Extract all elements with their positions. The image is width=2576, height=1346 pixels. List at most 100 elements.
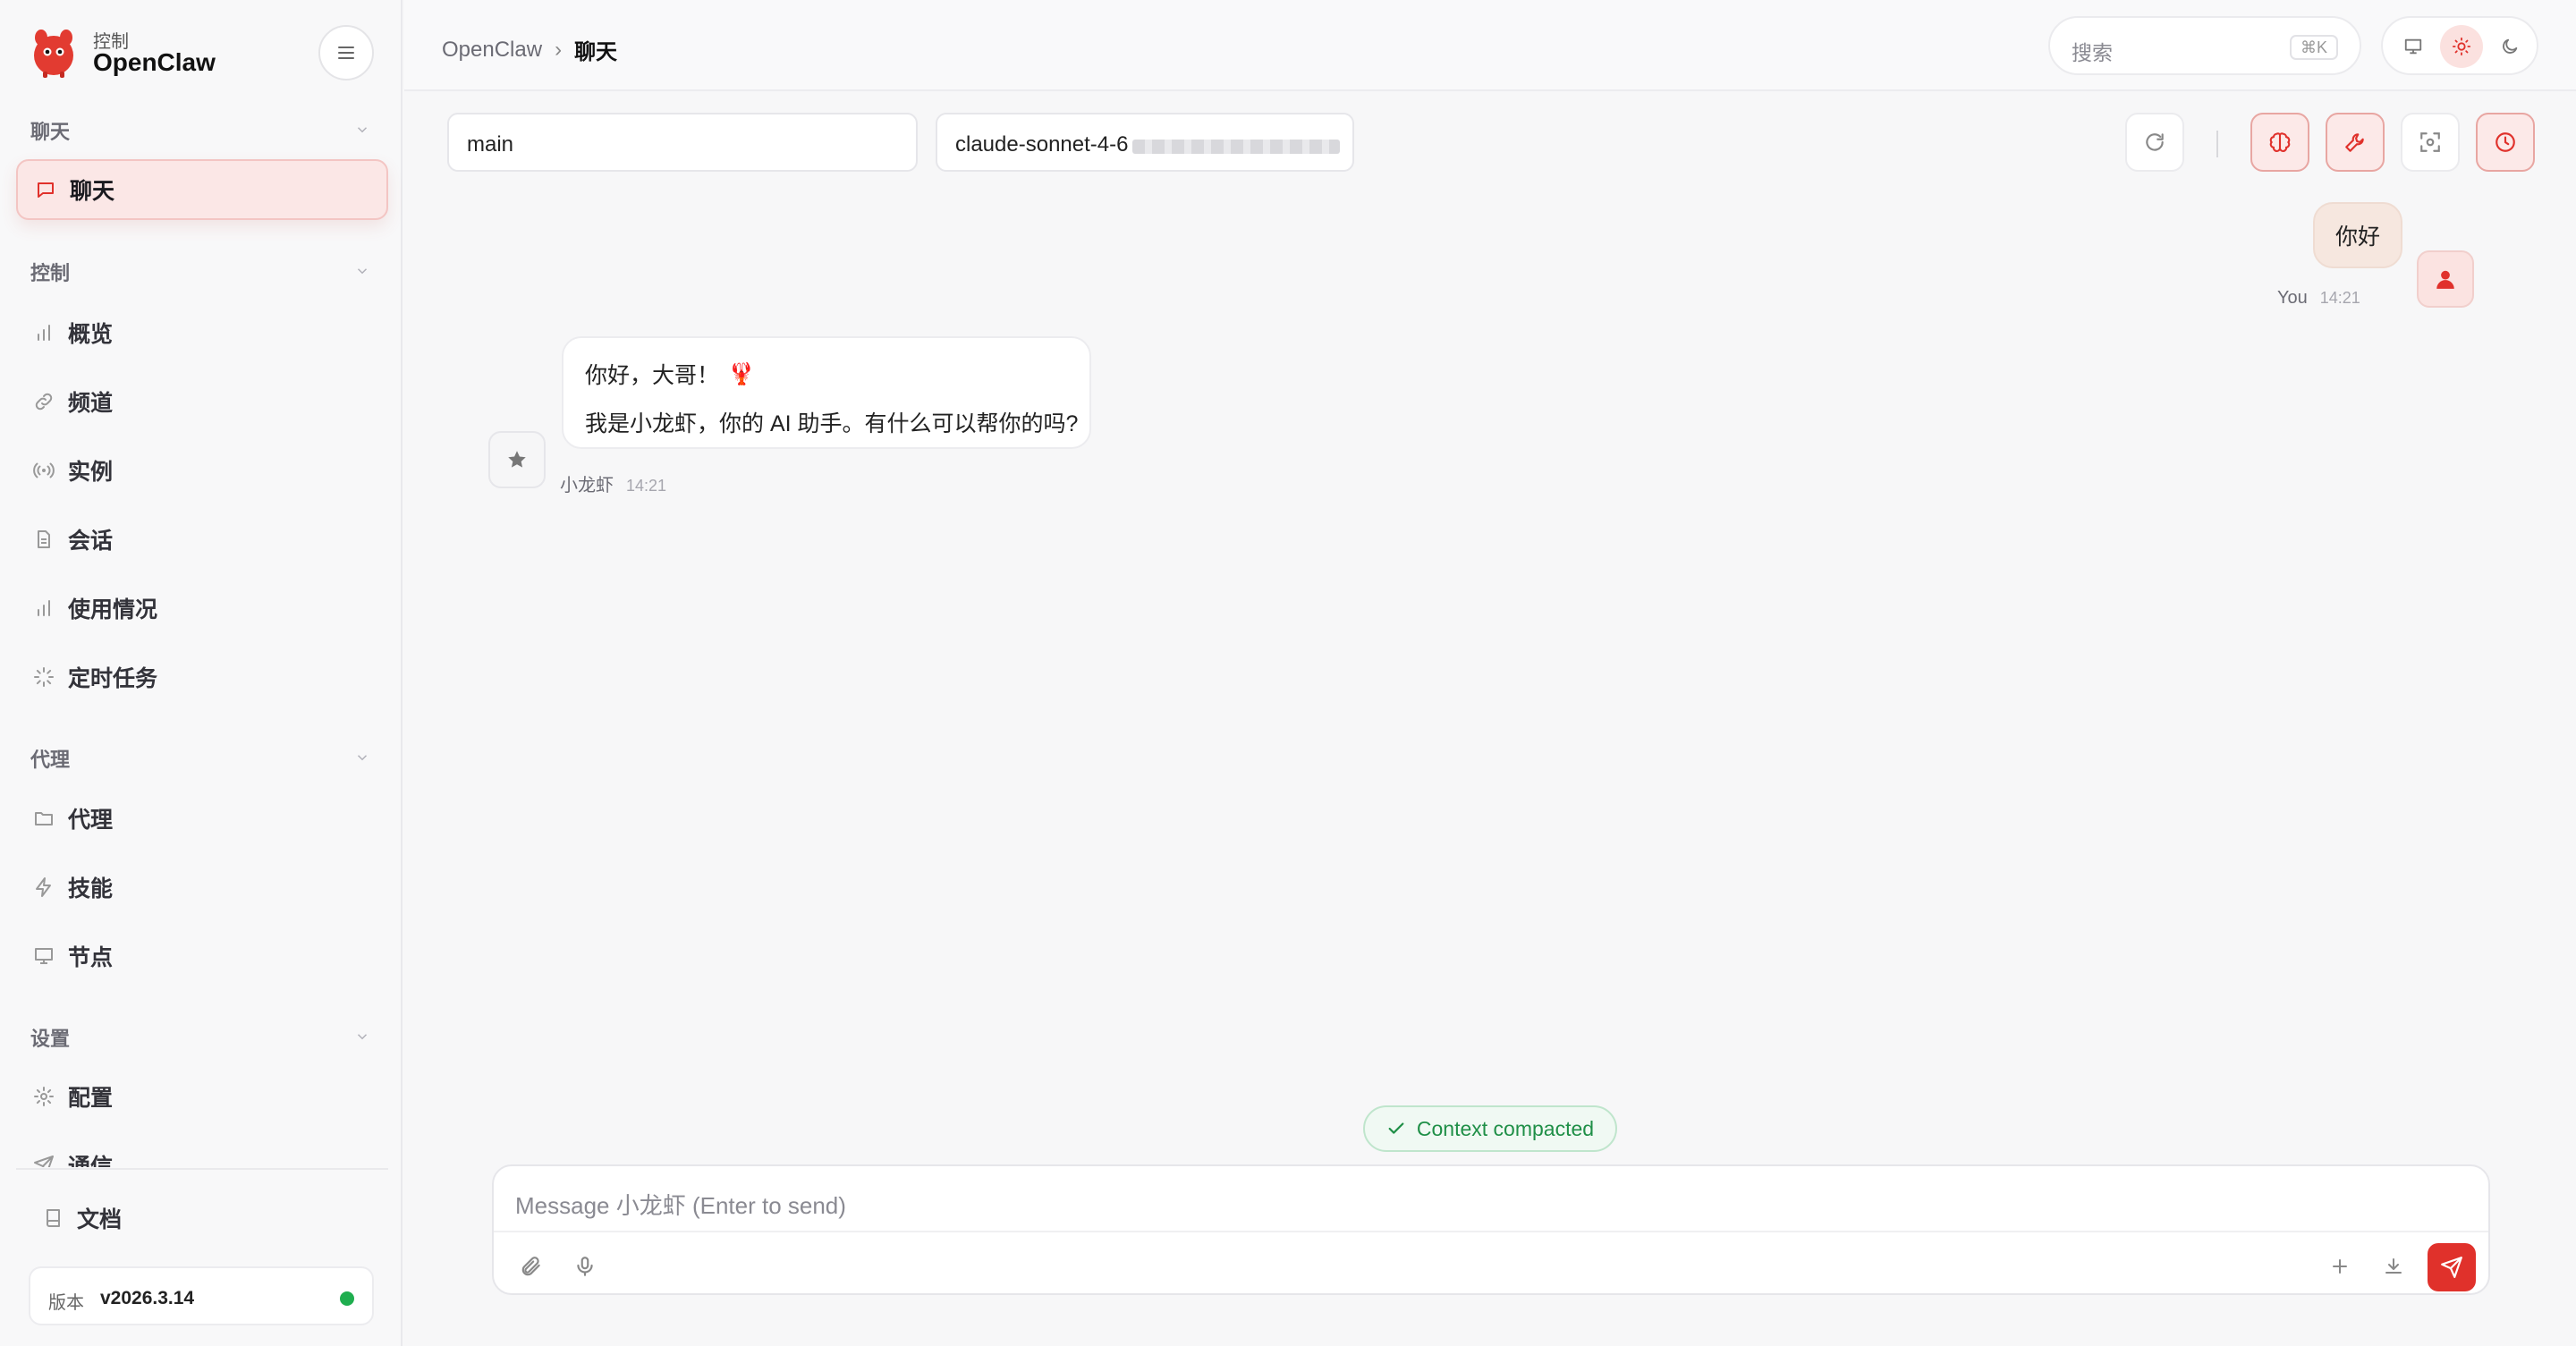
monitor-icon [32,944,55,968]
hamburger-icon [338,47,354,59]
radio-icon [32,459,55,482]
brain-icon [2269,132,2291,152]
refresh-icon [2146,133,2164,151]
assistant-message-bubble: 你好，大哥！ 🦞 我是小龙虾，你的 AI 助手。有什么可以帮你的吗? [562,336,1091,449]
check-icon [1388,1122,1404,1134]
plus-icon [2333,1259,2347,1274]
sidebar-item-channels[interactable]: 频道 [16,371,388,432]
chevron-down-icon [357,1034,368,1040]
sidebar-item-label: 定时任务 [68,666,158,691]
gear-icon [32,1085,55,1108]
export-button[interactable] [2376,1249,2411,1284]
user-message-meta: You 14:21 [2277,288,2360,309]
message-square-icon [34,178,57,201]
new-session-button[interactable] [2322,1249,2358,1284]
toolbar-divider [2216,131,2218,157]
user-avatar [2417,250,2474,308]
chevron-down-icon [357,268,368,275]
sidebar-item-label: 技能 [68,876,114,902]
clock-icon [2496,132,2515,152]
sidebar-item-nodes[interactable]: 节点 [16,926,388,986]
section-control-header[interactable]: 控制 [30,258,370,284]
voice-input-button[interactable] [567,1249,603,1284]
sidebar-item-skills[interactable]: 技能 [16,857,388,918]
message-text: 你好 [2334,224,2380,250]
zap-icon [32,876,55,899]
message-line: 你好，大哥！ 🦞 [585,358,755,390]
menu-toggle-button[interactable] [318,25,374,80]
docs-link[interactable]: 文档 [43,1202,122,1234]
breadcrumb-current: 聊天 [574,40,618,64]
send-icon [2441,1257,2462,1278]
section-agents-header[interactable]: 代理 [30,744,370,771]
section-settings-header[interactable]: 设置 [30,1023,370,1050]
section-title: 代理 [30,749,71,771]
message-text: 你好，大哥！ [585,363,720,388]
folder-icon [32,807,55,830]
sidebar-nav[interactable]: 聊天 聊天 控制 概览 频道 实例 会话 使用情况 定时任务 代理 代理 技能 … [0,107,402,1167]
model-select[interactable]: claude-sonnet-4-6 · [936,113,1354,172]
sidebar-item-sessions[interactable]: 会话 [16,509,388,570]
message-author: You [2277,288,2308,308]
breadcrumb: OpenClaw › 聊天 [442,34,617,65]
moon-icon [2503,38,2518,54]
wrench-icon [2345,133,2364,152]
focus-mode-button[interactable] [2401,113,2460,172]
docs-label: 文档 [77,1207,123,1232]
version-label: 版本 [48,1293,84,1313]
sidebar-item-config[interactable]: 配置 [16,1066,388,1127]
paperclip-icon [521,1257,540,1276]
session-value: main [467,132,514,157]
lobster-emoji-icon: 🦞 [728,361,755,386]
sidebar-item-label: 使用情况 [68,597,158,622]
sidebar-item-label: 频道 [68,391,114,416]
search-placeholder: 搜索 [2072,41,2113,64]
sidebar-item-usage[interactable]: 使用情况 [16,578,388,639]
sidebar-item-comms[interactable]: 通信 [16,1135,388,1167]
theme-dark-button[interactable] [2488,25,2531,68]
tools-toggle-button[interactable] [2326,113,2385,172]
section-title: 聊天 [30,121,71,143]
search-shortcut-badge: ⌘K [2289,35,2338,60]
connection-status-dot [340,1291,354,1306]
sidebar-item-label: 实例 [68,460,114,485]
session-select[interactable]: main [447,113,918,172]
sidebar-item-cron[interactable]: 定时任务 [16,647,388,707]
download-icon [2385,1258,2402,1274]
section-chat-header[interactable]: 聊天 [30,116,370,143]
sidebar-item-label: 节点 [68,945,114,970]
message-composer: Message 小龙虾 (Enter to send) [492,1164,2490,1295]
sidebar-item-agents[interactable]: 代理 [16,788,388,849]
topbar: OpenClaw › 聊天 搜索 ⌘K [404,0,2576,91]
message-text: 我是小龙虾，你的 AI 助手。有什么可以帮你的吗? [585,411,1079,436]
sidebar-item-instances[interactable]: 实例 [16,440,388,501]
attach-button[interactable] [513,1249,549,1284]
message-author: 小龙虾 [560,476,614,495]
sidebar-item-label: 代理 [68,808,114,833]
redacted-text [1132,140,1340,154]
chevron-down-icon [357,127,368,133]
context-compacted-toast: Context compacted [1363,1105,1617,1152]
theme-light-button[interactable] [2440,25,2483,68]
link-icon [32,390,55,413]
thinking-toggle-button[interactable] [2250,113,2309,172]
search-input[interactable]: 搜索 ⌘K [2048,16,2361,75]
assistant-avatar [488,431,546,488]
sidebar-item-overview[interactable]: 概览 [16,302,388,363]
theme-switcher [2381,16,2538,75]
toast-text: Context compacted [1416,1116,1595,1140]
section-title: 设置 [30,1028,71,1050]
bar-chart-icon [32,597,55,620]
send-button[interactable] [2428,1243,2476,1291]
sidebar-item-chat[interactable]: 聊天 [16,159,388,220]
cron-toggle-button[interactable] [2476,113,2535,172]
section-title: 控制 [30,262,71,284]
refresh-button[interactable] [2125,113,2184,172]
brand-name: OpenClaw [93,48,216,76]
breadcrumb-root[interactable]: OpenClaw [442,38,542,63]
theme-system-button[interactable] [2392,25,2435,68]
message-input[interactable]: Message 小龙虾 (Enter to send) [515,1188,846,1221]
model-value: claude-sonnet-4-6 · [955,132,1142,157]
chevron-down-icon [357,755,368,761]
send-icon [32,1154,55,1167]
